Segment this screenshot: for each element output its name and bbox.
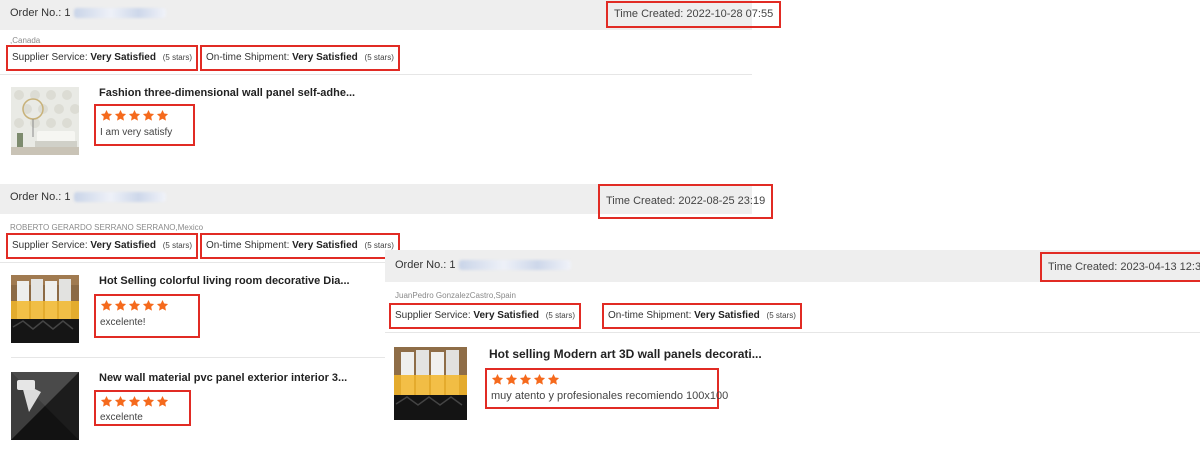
star-icon: [547, 373, 560, 385]
product-title[interactable]: Hot selling Modern art 3D wall panels de…: [489, 347, 762, 361]
shipment-rating: On-time Shipment: Very Satisfied (5 star…: [200, 233, 400, 259]
star-rating: [491, 372, 713, 387]
order-number-label: Order No.:: [10, 7, 62, 19]
shipment-value: Very Satisfied: [292, 240, 358, 251]
product-review: muy atento y profesionales recomiendo 10…: [485, 368, 729, 409]
product-thumbnail[interactable]: [11, 275, 79, 343]
supplier-service-label: Supplier Service:: [12, 52, 88, 63]
review-text: I am very satisfy: [100, 127, 173, 138]
supplier-service-rating: Supplier Service: Very Satisfied (5 star…: [6, 45, 199, 71]
redacted-order-number: [73, 192, 166, 203]
order-header: Order No.: 1 Time Created: 2022-08-25 23…: [0, 184, 774, 219]
shipment-stars: (5 stars): [766, 311, 796, 320]
time-created: Time Created: 2022-10-28 07:55: [606, 1, 782, 28]
star-icon: [142, 299, 155, 311]
time-created: Time Created: 2023-04-13 12:39: [1040, 252, 1200, 282]
order-number: Order No.: 1: [395, 259, 571, 271]
shipment-rating: On-time Shipment: Very Satisfied (5 star…: [200, 45, 400, 71]
time-created: Time Created: 2022-08-25 23:19: [598, 184, 774, 219]
star-icon: [533, 373, 546, 385]
buyer-name: JuanPedro GonzalezCastro,Spain: [395, 291, 516, 300]
star-icon: [142, 109, 155, 121]
buyer-name: ROBERTO GERARDO SERRANO SERRANO,Mexico: [10, 223, 204, 232]
order-number-value: 1: [449, 259, 456, 271]
order-header: Order No.: 1 Time Created: 2022-10-28 07…: [0, 0, 782, 30]
shipment-value: Very Satisfied: [292, 52, 358, 63]
supplier-service-stars: (5 stars): [545, 311, 576, 320]
product-title[interactable]: Hot Selling colorful living room decorat…: [99, 275, 350, 287]
supplier-service-stars: (5 stars): [162, 241, 193, 250]
supplier-service-rating: Supplier Service: Very Satisfied (5 star…: [389, 303, 582, 329]
product-review: excelente: [94, 390, 191, 426]
star-icon: [505, 373, 518, 385]
star-icon: [114, 395, 127, 407]
product-review: excelente!: [94, 294, 200, 338]
shipment-label: On-time Shipment:: [206, 52, 290, 63]
supplier-service-rating: Supplier Service: Very Satisfied (5 star…: [6, 233, 199, 259]
review-text: muy atento y profesionales recomiendo 10…: [491, 390, 729, 402]
redacted-order-number: [73, 8, 166, 19]
star-icon: [156, 109, 169, 121]
order-header: Order No.: 1 Time Created: 2023-04-13 12…: [385, 250, 1200, 282]
divider: [11, 357, 385, 358]
order-number-value: 1: [64, 7, 71, 19]
supplier-service-stars: (5 stars): [162, 53, 193, 62]
review-text: excelente: [100, 412, 143, 423]
supplier-service-label: Supplier Service:: [395, 310, 471, 321]
shipment-stars: (5 stars): [364, 241, 394, 250]
star-icon: [100, 109, 113, 121]
divider: [0, 74, 752, 75]
star-icon: [142, 395, 155, 407]
star-icon: [156, 395, 169, 407]
order-card: Order No.: 1 Time Created: 2023-04-13 12…: [385, 250, 1200, 450]
order-number-label: Order No.:: [395, 259, 447, 271]
product-review: I am very satisfy: [94, 104, 195, 146]
star-rating: [100, 298, 194, 313]
product-title[interactable]: Fashion three-dimensional wall panel sel…: [99, 87, 355, 99]
divider: [385, 332, 1200, 333]
order-number: Order No.: 1: [10, 191, 166, 203]
buyer-name: ,Canada: [10, 36, 41, 45]
shipment-rating: On-time Shipment: Very Satisfied (5 star…: [602, 303, 802, 329]
product-thumbnail[interactable]: [11, 372, 79, 440]
shipment-label: On-time Shipment:: [608, 310, 692, 321]
order-number-value: 1: [64, 191, 71, 203]
star-icon: [156, 299, 169, 311]
redacted-order-number: [458, 260, 571, 271]
star-rating: [100, 394, 185, 409]
review-text: excelente!: [100, 317, 146, 328]
order-number: Order No.: 1: [10, 7, 166, 19]
star-icon: [519, 373, 532, 385]
order-number-label: Order No.:: [10, 191, 62, 203]
product-thumbnail[interactable]: [394, 347, 467, 420]
divider: [0, 262, 385, 263]
shipment-stars: (5 stars): [364, 53, 394, 62]
star-icon: [128, 299, 141, 311]
star-icon: [491, 373, 504, 385]
supplier-service-value: Very Satisfied: [90, 240, 156, 251]
supplier-service-value: Very Satisfied: [473, 310, 539, 321]
star-icon: [114, 299, 127, 311]
star-rating: [100, 108, 189, 123]
star-icon: [100, 395, 113, 407]
star-icon: [128, 395, 141, 407]
shipment-value: Very Satisfied: [694, 310, 760, 321]
product-thumbnail[interactable]: [11, 87, 79, 155]
star-icon: [114, 109, 127, 121]
product-title[interactable]: New wall material pvc panel exterior int…: [99, 372, 347, 384]
star-icon: [128, 109, 141, 121]
supplier-service-value: Very Satisfied: [90, 52, 156, 63]
order-card: Order No.: 1 Time Created: 2022-10-28 07…: [0, 0, 782, 180]
star-icon: [100, 299, 113, 311]
shipment-label: On-time Shipment:: [206, 240, 290, 251]
supplier-service-label: Supplier Service:: [12, 240, 88, 251]
